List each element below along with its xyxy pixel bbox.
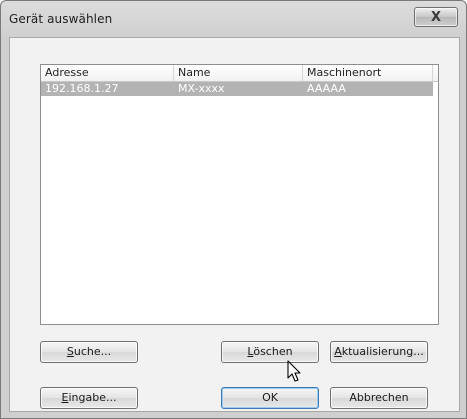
column-header-location[interactable]: Maschinenort bbox=[303, 65, 433, 81]
list-row-selected[interactable]: 192.168.1.27 MX-xxxx AAAAA bbox=[41, 82, 433, 96]
refresh-button-label: ktualisierung... bbox=[341, 345, 424, 358]
close-icon: X bbox=[430, 9, 442, 25]
cell-name: MX-xxxx bbox=[178, 82, 225, 95]
input-button-label: ingabe... bbox=[68, 391, 117, 404]
delete-button-label: öschen bbox=[253, 345, 293, 358]
cancel-button[interactable]: Abbrechen bbox=[330, 387, 428, 409]
refresh-button-accel: A bbox=[334, 345, 342, 358]
ok-button[interactable]: OK bbox=[221, 387, 319, 409]
refresh-button[interactable]: Aktualisierung... bbox=[330, 341, 428, 363]
dialog-title: Gerät auswählen bbox=[9, 12, 113, 26]
search-button-label: uche... bbox=[73, 345, 112, 358]
column-header-name[interactable]: Name bbox=[174, 65, 303, 81]
close-button[interactable]: X bbox=[414, 7, 458, 27]
dialog-window: Gerät auswählen X Adresse Name Maschinen… bbox=[0, 0, 467, 419]
search-button-accel: S bbox=[66, 345, 74, 358]
device-list[interactable]: Adresse Name Maschinenort 192.168.1.27 M… bbox=[40, 64, 439, 325]
cell-address: 192.168.1.27 bbox=[45, 82, 119, 95]
input-button[interactable]: Eingabe... bbox=[40, 387, 138, 409]
list-header: Adresse Name Maschinenort bbox=[41, 65, 438, 82]
dialog-client-area: Adresse Name Maschinenort 192.168.1.27 M… bbox=[9, 37, 460, 412]
mouse-pointer-icon bbox=[287, 360, 301, 382]
title-bar[interactable]: Gerät auswählen X bbox=[1, 1, 466, 37]
column-header-address[interactable]: Adresse bbox=[41, 65, 174, 81]
cell-location: AAAAA bbox=[307, 82, 346, 95]
search-button[interactable]: Suche... bbox=[40, 341, 138, 363]
